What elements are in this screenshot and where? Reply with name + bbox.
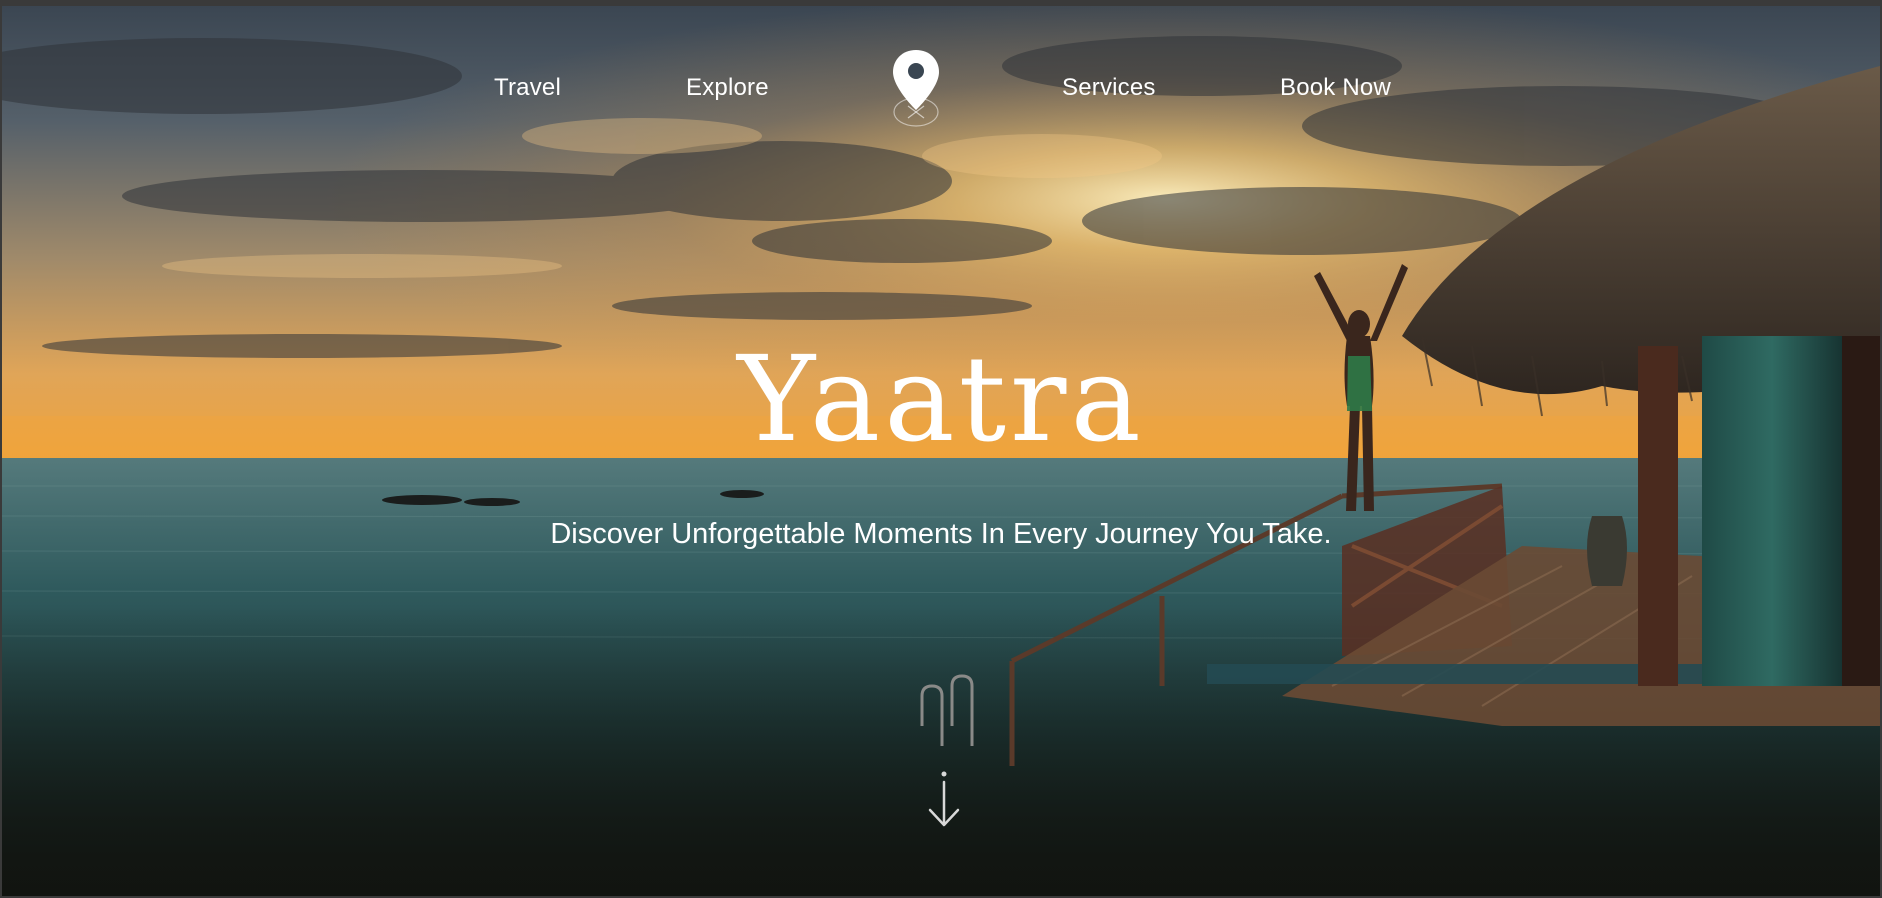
nav-link-explore[interactable]: Explore bbox=[686, 74, 769, 102]
nav-link-book-now[interactable]: Book Now bbox=[1280, 74, 1391, 102]
hero-title: Yaatra bbox=[737, 330, 1145, 468]
hero-section: Travel Explore Services Book Now Yaatra … bbox=[2, 6, 1880, 896]
hero-tagline: Discover Unforgettable Moments In Every … bbox=[550, 518, 1332, 550]
browser-frame: Travel Explore Services Book Now Yaatra … bbox=[0, 0, 1882, 898]
top-navigation: Travel Explore Services Book Now bbox=[2, 6, 1880, 146]
nav-link-travel[interactable]: Travel bbox=[494, 74, 561, 102]
map-pin-icon[interactable] bbox=[888, 48, 944, 134]
nav-link-services[interactable]: Services bbox=[1062, 74, 1156, 102]
arrow-down-icon[interactable] bbox=[926, 770, 962, 832]
